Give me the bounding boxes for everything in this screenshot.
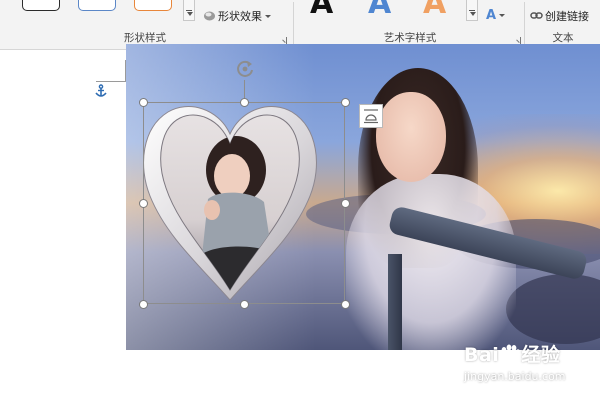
anchor-icon[interactable] [94,84,108,98]
watermark-url: jingyan.baidu.com [464,370,566,383]
shape-styles-more-button[interactable] [183,0,195,21]
shape-effects-icon [204,11,215,21]
shape-styles-group: 形状效果 形状样式 [0,0,290,49]
shape-style-swatch-blue[interactable] [78,0,116,11]
text-group: 创建链接 文本 [526,0,600,49]
resize-handle-bottom[interactable] [240,300,249,309]
paw-icon [501,344,521,363]
rotate-handle-icon[interactable] [234,58,256,80]
watermark-brand-jingyan: 经验 [521,344,561,366]
wordart-styles-more-button[interactable] [466,0,478,21]
resize-handle-top-right[interactable] [341,98,350,107]
selection-box [143,102,345,304]
baidu-watermark: Bai 经验 jingyan.baidu.com [456,330,576,390]
layout-options-icon [364,109,378,124]
wordart-style-blue[interactable]: A [368,0,391,21]
shape-styles-group-label: 形状样式 [124,32,166,44]
wordart-styles-group-label: 艺术字样式 [383,32,437,44]
resize-handle-top[interactable] [240,98,249,107]
create-link-label: 创建链接 [545,10,589,23]
resize-handle-top-left[interactable] [139,98,148,107]
resize-handle-right[interactable] [341,199,350,208]
page-margin-marker [96,60,126,82]
resize-handle-left[interactable] [139,199,148,208]
shape-style-swatch-black[interactable] [22,0,60,11]
ribbon-separator [293,2,294,46]
wordart-styles-group: A A A A 艺术字样式 [296,0,524,49]
watermark-brand-bai: Bai [464,344,500,366]
ribbon: 形状效果 形状样式 A A A A 艺术字样式 创建链接 文本 [0,0,600,50]
wordart-style-orange[interactable]: A [423,0,446,21]
shape-effects-label: 形状效果 [218,10,262,23]
ribbon-separator [524,2,525,46]
layout-options-button[interactable] [359,104,383,128]
shape-effects-button[interactable]: 形状效果 [203,8,271,24]
resize-handle-bottom-left[interactable] [139,300,148,309]
link-icon [530,12,543,19]
create-link-button[interactable]: 创建链接 [530,8,589,24]
shape-style-swatch-orange[interactable] [134,0,172,11]
watermark-brand: Bai 经验 [464,340,560,367]
text-effects-button[interactable]: A [486,8,506,23]
chevron-down-icon [499,14,506,17]
wordart-style-black[interactable]: A [310,0,333,21]
resize-handle-bottom-right[interactable] [341,300,350,309]
chevron-down-icon [265,15,271,18]
text-effects-icon: A [486,8,497,23]
text-group-label: 文本 [552,32,574,44]
